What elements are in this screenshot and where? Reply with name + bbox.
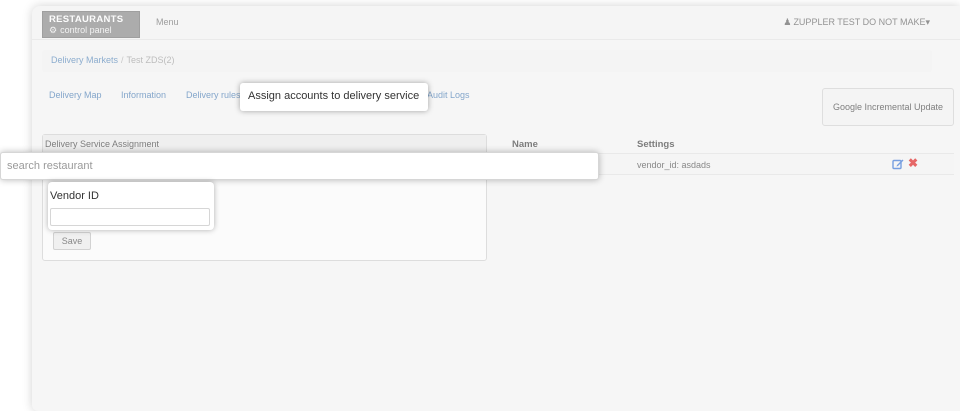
screen: RESTAURANTS ⚙ control panel Menu ♟ ZUPPLER… — [0, 0, 960, 411]
caret-down-icon: ▾ — [925, 17, 930, 27]
user-menu-label: ZUPPLER TEST DO NOT MAKE — [793, 17, 926, 27]
breadcrumb-current: Test ZDS(2) — [126, 55, 175, 65]
breadcrumb-separator: / — [121, 55, 124, 65]
google-incremental-update-button[interactable]: Google Incremental Update — [822, 88, 954, 126]
brand-subtitle-text: control panel — [60, 25, 112, 35]
search-restaurant-field[interactable] — [0, 152, 599, 180]
user-menu[interactable]: ♟ ZUPPLER TEST DO NOT MAKE▾ — [783, 17, 930, 28]
vendor-id-label: Vendor ID — [50, 190, 99, 202]
brand-subtitle: ⚙ control panel — [49, 25, 139, 36]
tab-delivery-map[interactable]: Delivery Map — [49, 90, 102, 100]
user-icon: ♟ — [783, 17, 792, 27]
brand-title: RESTAURANTS — [49, 14, 124, 25]
tab-audit-logs[interactable]: Audit Logs — [427, 90, 470, 100]
breadcrumb: Delivery Markets / Test ZDS(2) — [42, 50, 932, 72]
gear-icon: ⚙ — [49, 25, 58, 35]
row-settings-value: vendor_id: asdads — [637, 160, 711, 170]
search-input[interactable] — [1, 153, 598, 179]
top-navbar: RESTAURANTS ⚙ control panel Menu ♟ ZUPPLER… — [32, 6, 960, 40]
delete-icon[interactable]: ✖ — [908, 157, 918, 169]
breadcrumb-delivery-markets[interactable]: Delivery Markets — [51, 55, 118, 65]
save-button[interactable]: Save — [53, 232, 91, 250]
column-header-settings: Settings — [637, 139, 675, 150]
vendor-id-field-group: Vendor ID — [48, 182, 214, 230]
tab-delivery-rules[interactable]: Delivery rules — [186, 90, 241, 100]
brand-logo[interactable]: RESTAURANTS ⚙ control panel — [42, 11, 140, 38]
assign-accounts-tab[interactable]: Assign accounts to delivery service — [240, 83, 428, 111]
vendor-id-input[interactable] — [50, 208, 210, 226]
column-header-name: Name — [512, 139, 538, 150]
edit-icon[interactable] — [892, 158, 904, 170]
panel-heading: Delivery Service Assignment — [43, 135, 486, 153]
tab-information[interactable]: Information — [121, 90, 166, 100]
menu-link[interactable]: Menu — [156, 17, 179, 27]
